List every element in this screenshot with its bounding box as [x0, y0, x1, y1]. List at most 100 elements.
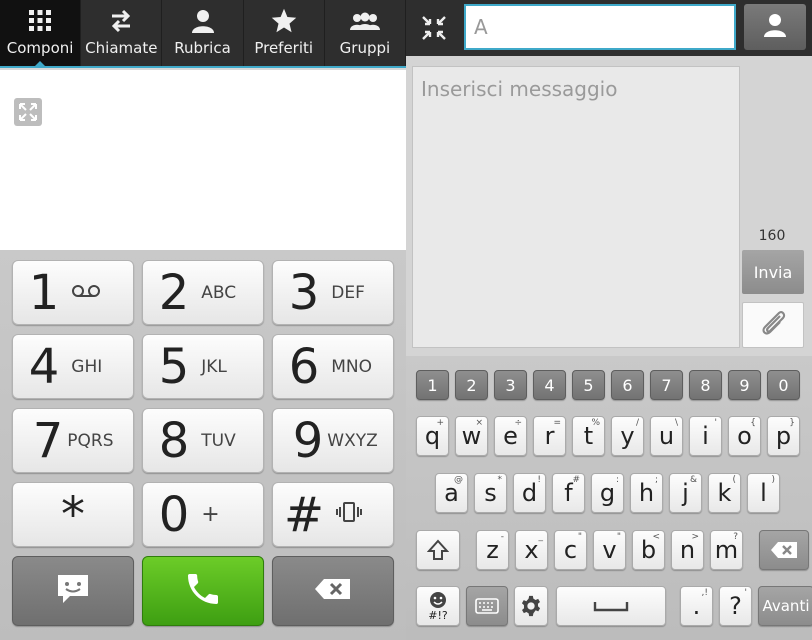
period-key[interactable]: .,!	[680, 586, 713, 626]
dial-key-0[interactable]: 0 +	[142, 482, 264, 547]
dial-key-4[interactable]: 4 GHI	[12, 334, 134, 399]
letter-key-r[interactable]: r =	[533, 416, 566, 456]
key-secondary: #	[572, 475, 580, 485]
number-key-5[interactable]: 5	[572, 370, 605, 400]
collapse-icon[interactable]	[420, 14, 448, 46]
tab-chiamate[interactable]: Chiamate	[81, 0, 163, 66]
letter-key-h[interactable]: h;	[630, 473, 663, 513]
letter-key-c[interactable]: c "	[554, 530, 587, 570]
message-icon	[56, 573, 90, 609]
key-secondary: \	[674, 418, 678, 428]
letter-key-v[interactable]: v "	[593, 530, 626, 570]
letter-key-z[interactable]: z-	[476, 530, 509, 570]
tab-bar: Componi Chiamate Rubrica Preferiti Grupp…	[0, 0, 407, 68]
letter-key-p[interactable]: p}	[767, 416, 800, 456]
dial-key-7[interactable]: 7 PQRS	[12, 408, 134, 473]
dial-key-8[interactable]: 8 TUV	[142, 408, 264, 473]
dial-key-9[interactable]: 9 WXYZ	[272, 408, 394, 473]
space-bar-icon	[593, 602, 629, 612]
letter-key-w[interactable]: w ×	[455, 416, 488, 456]
dial-key-2[interactable]: 2 ABC	[142, 260, 264, 325]
letter-key-y[interactable]: y /	[611, 416, 644, 456]
key-label: c	[563, 536, 578, 564]
key-label: 8	[700, 375, 711, 395]
dial-key-3[interactable]: 3 DEF	[272, 260, 394, 325]
key-secondary: ?	[733, 532, 738, 542]
key-digit: 8	[158, 412, 190, 469]
send-button[interactable]: Invia	[742, 250, 804, 294]
number-key-7[interactable]: 7	[650, 370, 683, 400]
letter-key-g[interactable]: g:	[591, 473, 624, 513]
key-label: 0	[778, 375, 789, 395]
message-placeholder: Inserisci messaggio	[421, 77, 618, 101]
key-secondary: }	[789, 418, 795, 428]
message-button[interactable]	[12, 556, 134, 626]
letter-key-s[interactable]: s *	[474, 473, 507, 513]
tab-gruppi[interactable]: Gruppi	[325, 0, 407, 66]
key-secondary: (	[732, 475, 736, 485]
key-label: 7	[661, 375, 672, 395]
letter-key-o[interactable]: o{	[728, 416, 761, 456]
expand-icon[interactable]	[14, 98, 42, 130]
letter-key-f[interactable]: f #	[552, 473, 585, 513]
key-letters: DEF	[331, 282, 365, 303]
dial-key-5[interactable]: 5 JKL	[142, 334, 264, 399]
settings-key[interactable]	[514, 586, 548, 626]
question-key[interactable]: ? '	[719, 586, 752, 626]
key-secondary: "	[577, 532, 582, 542]
key-digit: 0	[158, 486, 190, 543]
key-secondary: *	[497, 475, 503, 485]
symbols-key[interactable]: #!?	[416, 586, 460, 626]
letter-key-x[interactable]: x _	[515, 530, 548, 570]
key-secondary: !	[537, 475, 541, 485]
backspace-key[interactable]	[759, 530, 809, 570]
attach-button[interactable]	[742, 302, 804, 348]
dial-key-6[interactable]: 6 MNO	[272, 334, 394, 399]
number-key-0[interactable]: 0	[767, 370, 800, 400]
keyboard-switch-key[interactable]	[466, 586, 508, 626]
letter-key-i[interactable]: i '	[689, 416, 722, 456]
tab-preferiti[interactable]: Preferiti	[244, 0, 325, 66]
key-label: d	[521, 479, 538, 507]
letter-key-u[interactable]: u \	[650, 416, 683, 456]
number-key-9[interactable]: 9	[728, 370, 761, 400]
recipient-input[interactable]	[464, 4, 736, 50]
backspace-icon	[314, 577, 352, 605]
dialpad-icon	[27, 6, 53, 36]
letter-key-j[interactable]: j &	[669, 473, 702, 513]
letter-key-l[interactable]: l)	[747, 473, 780, 513]
letter-key-n[interactable]: n >	[671, 530, 704, 570]
key-secondary: ×	[475, 418, 483, 428]
letter-key-k[interactable]: k(	[708, 473, 741, 513]
letter-key-e[interactable]: e ÷	[494, 416, 527, 456]
shift-key[interactable]	[416, 530, 460, 570]
delete-button[interactable]	[272, 556, 394, 626]
message-input[interactable]: Inserisci messaggio	[412, 66, 740, 348]
dial-key-hash[interactable]: #	[272, 482, 394, 547]
dial-key-star[interactable]: *	[12, 482, 134, 547]
call-button[interactable]	[142, 556, 264, 626]
letter-key-q[interactable]: q +	[416, 416, 449, 456]
dialpad: 1 2 ABC 3 DEF 4 GHI 5 JKL 6 MNO 7 PQRS 8…	[0, 250, 406, 640]
number-key-6[interactable]: 6	[611, 370, 644, 400]
space-key[interactable]	[556, 586, 666, 626]
key-letters: MNO	[331, 356, 373, 377]
number-key-2[interactable]: 2	[455, 370, 488, 400]
number-key-1[interactable]: 1	[416, 370, 449, 400]
number-key-8[interactable]: 8	[689, 370, 722, 400]
key-digit: 3	[288, 264, 320, 321]
number-key-4[interactable]: 4	[533, 370, 566, 400]
key-label: k	[717, 479, 732, 507]
key-digit: 9	[292, 412, 324, 469]
letter-key-a[interactable]: a @	[435, 473, 468, 513]
number-key-3[interactable]: 3	[494, 370, 527, 400]
letter-key-t[interactable]: t%	[572, 416, 605, 456]
tab-componi[interactable]: Componi	[0, 0, 82, 68]
letter-key-d[interactable]: d!	[513, 473, 546, 513]
pick-contact-button[interactable]	[744, 4, 806, 50]
next-key[interactable]: Avanti	[758, 586, 812, 626]
tab-rubrica[interactable]: Rubrica	[162, 0, 244, 66]
letter-key-m[interactable]: m?	[710, 530, 743, 570]
letter-key-b[interactable]: b <	[632, 530, 665, 570]
dial-key-1[interactable]: 1	[12, 260, 134, 325]
